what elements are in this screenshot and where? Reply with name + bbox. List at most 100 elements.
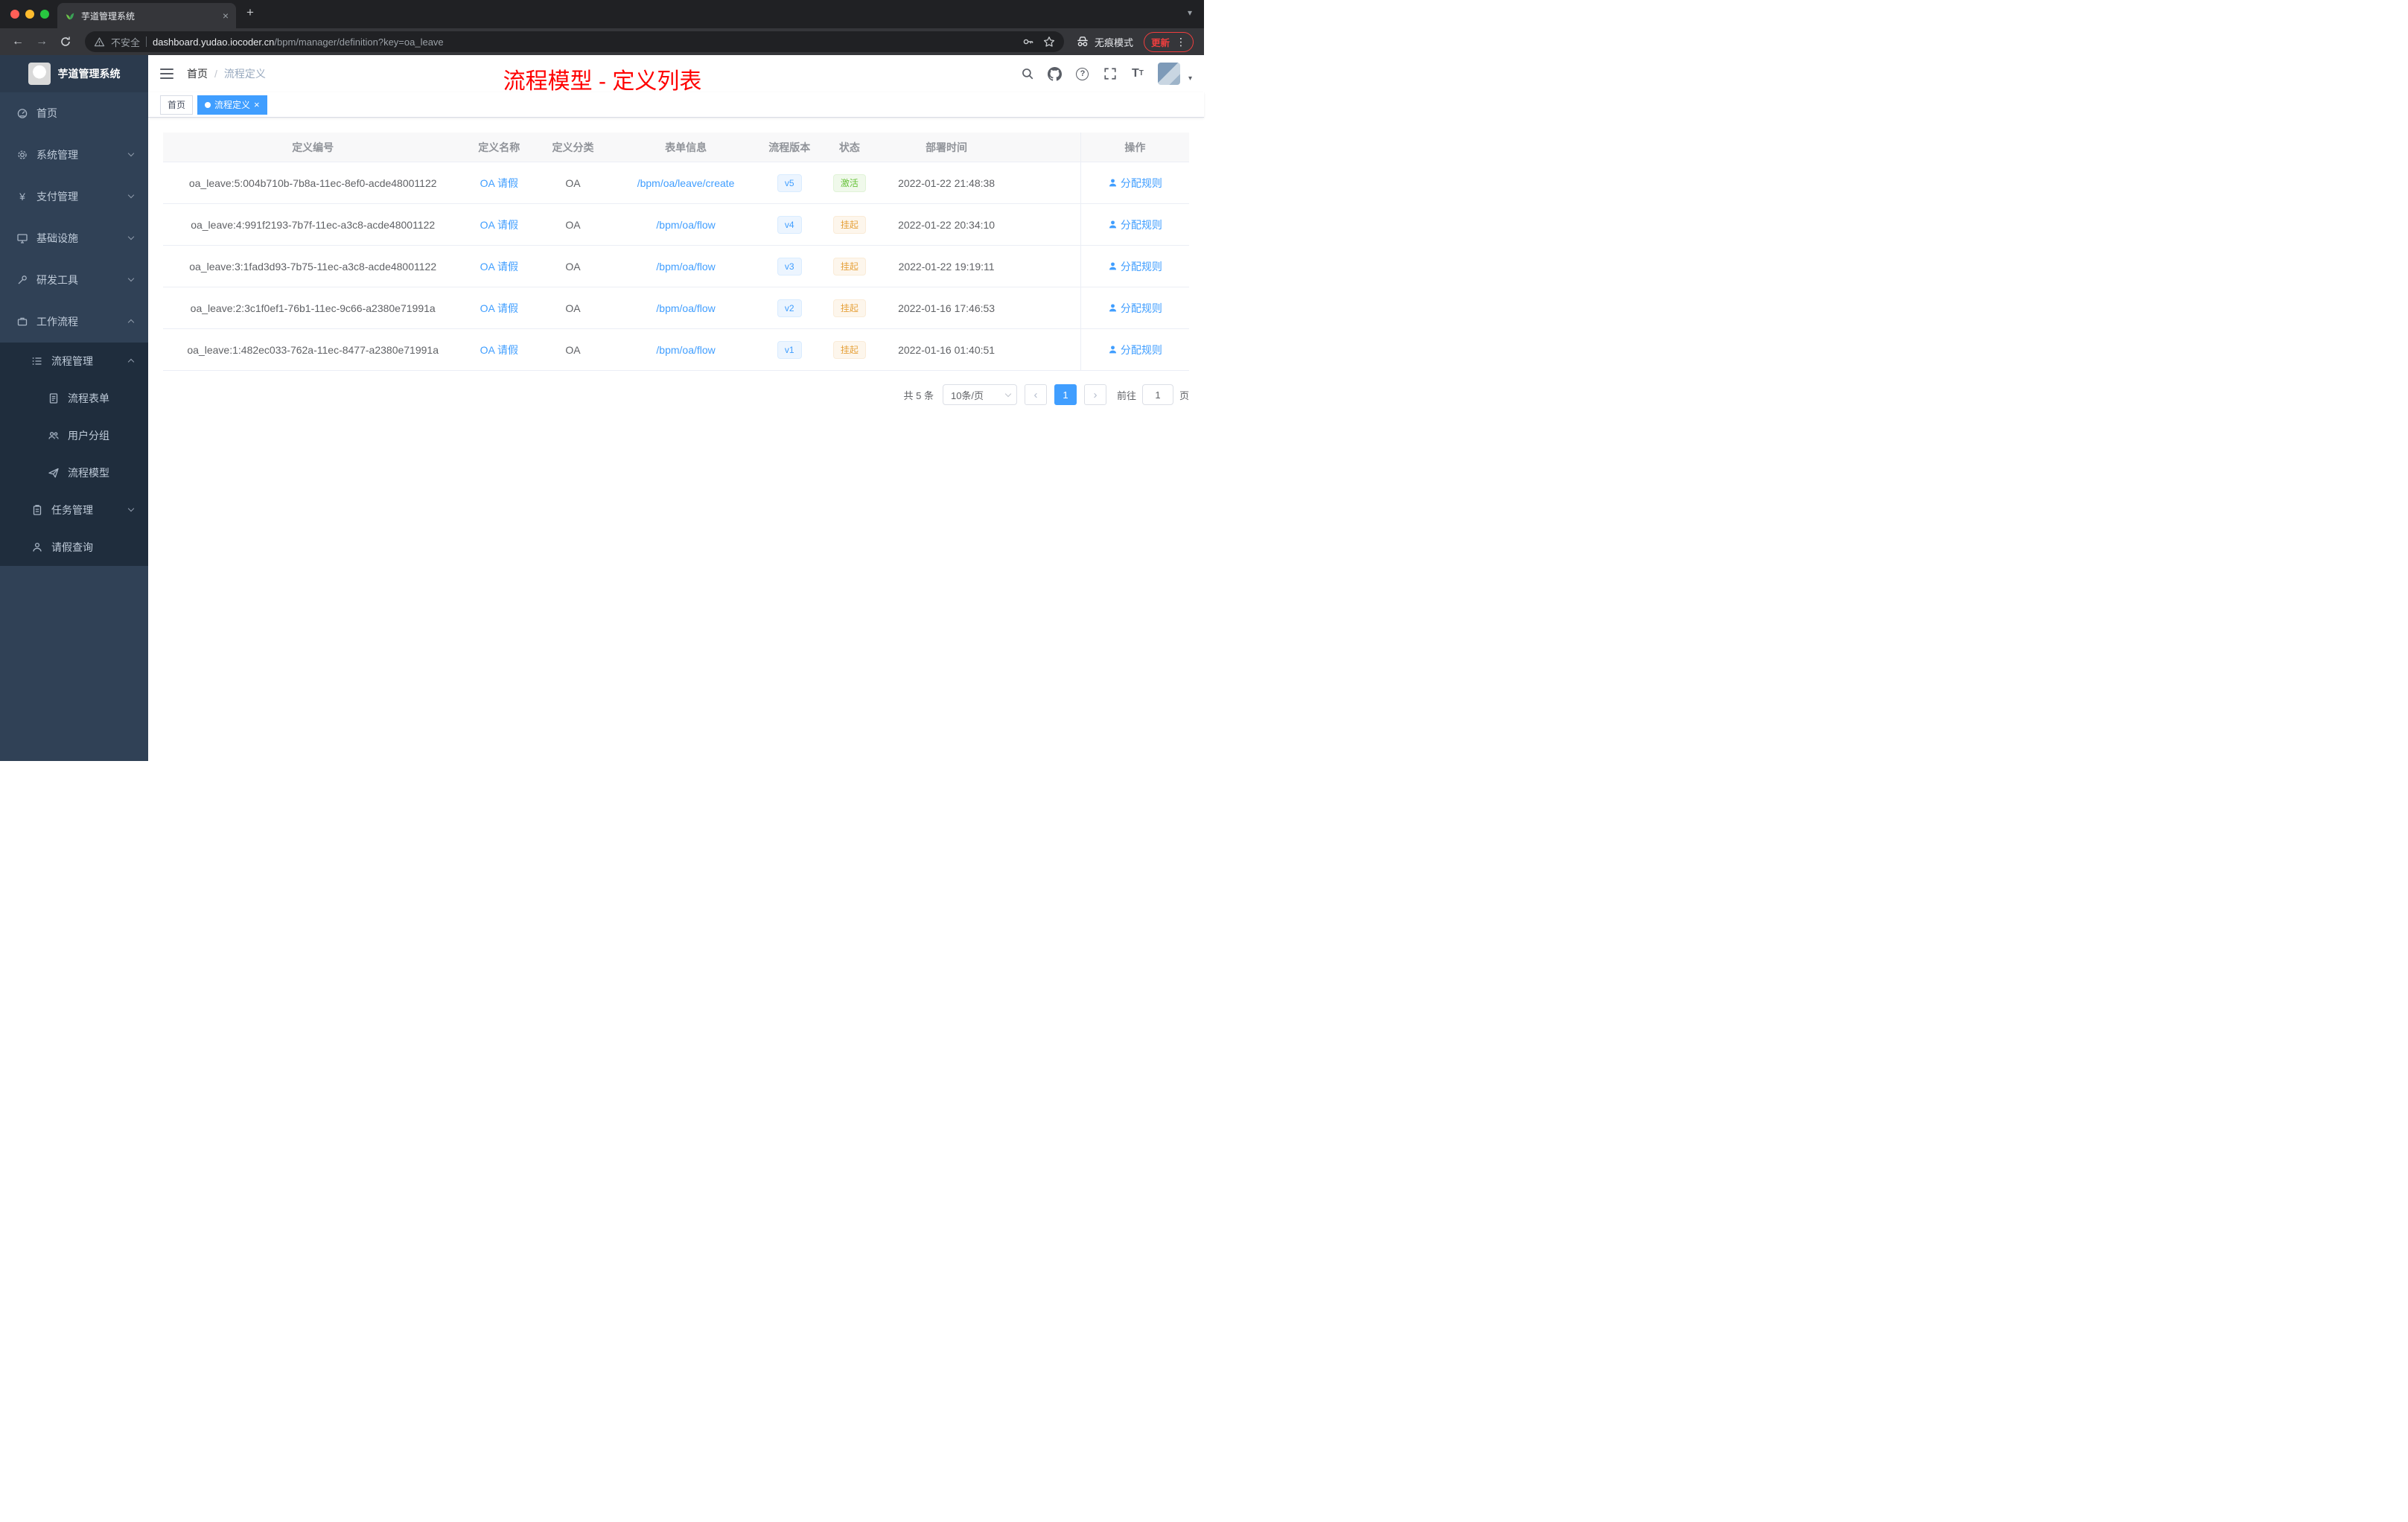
sidebar-item-process-model[interactable]: 流程模型	[0, 454, 148, 491]
tag-close-icon[interactable]: ×	[254, 100, 260, 109]
definition-name-link[interactable]: OA 请假	[480, 176, 518, 191]
version-badge: v5	[777, 173, 802, 192]
form-link[interactable]: /bpm/oa/leave/create	[637, 177, 735, 189]
reload-button[interactable]	[55, 31, 76, 52]
browser-menu-icon[interactable]: ⋮	[1176, 36, 1186, 48]
sidebar-toggle-icon[interactable]	[160, 66, 175, 81]
goto-label: 前往	[1116, 389, 1136, 401]
table-header-row: 定义编号 定义名称 定义分类 表单信息 流程版本 状态 部署时间 操作	[163, 133, 1189, 162]
briefcase-icon	[16, 316, 28, 328]
sidebar-item-devtools[interactable]: 研发工具	[0, 259, 148, 301]
forward-button[interactable]: →	[31, 31, 52, 52]
content-area: 定义编号 定义名称 定义分类 表单信息 流程版本 状态 部署时间 操作 oa_l…	[148, 118, 1204, 761]
sidebar-item-leave-query[interactable]: 请假查询	[0, 529, 148, 566]
update-label[interactable]: 更新	[1151, 35, 1170, 49]
pagination-goto: 前往 页	[1117, 384, 1189, 405]
pagination: 共 5 条 10条/页 ‹ 1 › 前往 页	[163, 384, 1189, 405]
next-page-button[interactable]: ›	[1083, 384, 1106, 405]
incognito-label: 无痕模式	[1094, 36, 1133, 48]
assign-rule-link[interactable]: 分配规则	[1108, 301, 1162, 316]
new-tab-button[interactable]: +	[246, 5, 254, 20]
security-label[interactable]: 不安全	[111, 35, 140, 49]
minimize-window-button[interactable]	[25, 10, 34, 19]
row-filler	[1012, 204, 1080, 245]
avatar[interactable]	[1157, 63, 1180, 85]
deploy-time: 2022-01-16 01:40:51	[898, 343, 996, 356]
sidebar-item-task-management[interactable]: 任务管理	[0, 491, 148, 529]
tag-home[interactable]: 首页	[160, 95, 194, 115]
page-size-select[interactable]: 10条/页	[942, 384, 1017, 405]
sidebar-item-process-management[interactable]: 流程管理	[0, 343, 148, 380]
tab-search-chevron-icon[interactable]: ▾	[1188, 7, 1192, 18]
avatar-caret-down-icon[interactable]: ▾	[1188, 74, 1192, 83]
prev-page-button[interactable]: ‹	[1024, 384, 1047, 405]
chevron-down-icon	[127, 275, 135, 282]
incognito-icon	[1077, 36, 1088, 47]
user-icon	[1109, 220, 1116, 229]
chevron-up-icon	[127, 319, 135, 326]
status-badge: 挂起	[832, 299, 866, 317]
form-link[interactable]: /bpm/oa/flow	[656, 219, 715, 231]
assign-rule-link[interactable]: 分配规则	[1108, 176, 1162, 191]
search-icon[interactable]	[1020, 66, 1035, 81]
definition-name-link[interactable]: OA 请假	[480, 343, 518, 357]
assign-rule-link[interactable]: 分配规则	[1108, 259, 1162, 274]
status-badge: 挂起	[832, 257, 866, 276]
user-icon	[1109, 346, 1116, 354]
deploy-time: 2022-01-16 17:46:53	[898, 302, 996, 314]
browser-tab[interactable]: 芋道管理系统 ×	[57, 3, 236, 28]
password-key-icon[interactable]	[1022, 36, 1034, 48]
definition-name-link[interactable]: OA 请假	[480, 259, 518, 274]
sidebar-item-label: 流程表单	[68, 392, 109, 404]
top-navbar: 首页 / 流程定义 ? T T ▾	[148, 55, 1204, 92]
column-header: 定义分类	[552, 141, 594, 153]
back-button[interactable]: ←	[7, 31, 28, 52]
definition-category: OA	[565, 260, 581, 273]
monitor-icon	[16, 232, 28, 244]
paper-plane-icon	[48, 467, 60, 479]
tab-close-icon[interactable]: ×	[223, 10, 229, 22]
tag-process-definition[interactable]: 流程定义 ×	[197, 95, 267, 115]
table-row: oa_leave:1:482ec033-762a-11ec-8477-a2380…	[163, 329, 1189, 371]
maximize-window-button[interactable]	[40, 10, 49, 19]
sidebar-item-infrastructure[interactable]: 基础设施	[0, 217, 148, 259]
table-row: oa_leave:4:991f2193-7b7f-11ec-a3c8-acde4…	[163, 204, 1189, 246]
help-icon[interactable]: ?	[1075, 66, 1090, 81]
address-bar[interactable]: 不安全 dashboard.yudao.iocoder.cn/bpm/manag…	[85, 31, 1064, 52]
page-number-button[interactable]: 1	[1054, 384, 1077, 405]
update-chip[interactable]: 更新 ⋮	[1143, 31, 1194, 52]
breadcrumb: 首页 / 流程定义	[187, 66, 266, 81]
form-link[interactable]: /bpm/oa/flow	[656, 302, 715, 314]
sidebar-item-system[interactable]: 系统管理	[0, 134, 148, 176]
sidebar-item-user-group[interactable]: 用户分组	[0, 417, 148, 454]
sidebar-item-payment[interactable]: ¥ 支付管理	[0, 176, 148, 217]
bookmark-star-icon[interactable]	[1043, 36, 1055, 48]
breadcrumb-home[interactable]: 首页	[187, 66, 208, 81]
form-link[interactable]: /bpm/oa/flow	[656, 344, 715, 356]
form-link[interactable]: /bpm/oa/flow	[656, 261, 715, 273]
goto-page-input[interactable]	[1141, 384, 1173, 405]
url-host: dashboard.yudao.iocoder.cn	[153, 36, 275, 48]
sidebar-item-process-form[interactable]: 流程表单	[0, 380, 148, 417]
sidebar-item-label: 任务管理	[51, 504, 93, 516]
chevron-down-icon	[127, 150, 135, 157]
sidebar-item-workflow[interactable]: 工作流程	[0, 301, 148, 343]
close-window-button[interactable]	[10, 10, 19, 19]
version-badge: v3	[777, 257, 802, 276]
row-filler	[1012, 329, 1080, 370]
assign-rule-link[interactable]: 分配规则	[1108, 343, 1162, 357]
definition-name-link[interactable]: OA 请假	[480, 301, 518, 316]
wrench-icon	[16, 274, 28, 286]
incognito-badge: 无痕模式	[1076, 35, 1133, 49]
assign-rule-link[interactable]: 分配规则	[1108, 217, 1162, 232]
definition-name-link[interactable]: OA 请假	[480, 217, 518, 232]
tab-title: 芋道管理系统	[81, 10, 136, 22]
browser-toolbar: ← → 不安全 dashboard.yudao.iocoder.cn/bpm/m…	[0, 28, 1204, 55]
font-size-icon[interactable]: TT	[1130, 66, 1145, 81]
github-icon[interactable]	[1048, 66, 1063, 81]
fullscreen-icon[interactable]	[1103, 66, 1118, 81]
sidebar-item-home[interactable]: 首页	[0, 92, 148, 134]
user-icon	[1109, 179, 1116, 187]
pagination-total: 共 5 条	[903, 389, 934, 401]
row-filler	[1012, 287, 1080, 328]
